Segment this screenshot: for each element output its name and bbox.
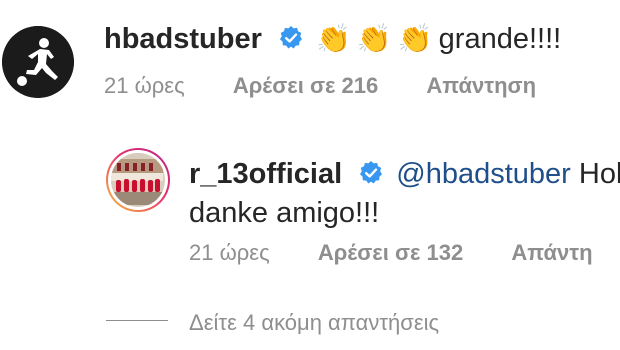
- comment-2-meta: 21 ώρες Αρέσει σε 132 Απάντη: [189, 239, 593, 267]
- footballer-silhouette-icon: [2, 26, 74, 98]
- avatar-photo: [111, 153, 165, 207]
- comment-2-line-2: danke amigo!!!: [189, 195, 379, 231]
- clapping-hands-icon: 👏: [356, 23, 392, 54]
- username-r_13official[interactable]: r_13official: [189, 158, 342, 190]
- comment-2-reply-button[interactable]: Απάντη: [511, 239, 592, 267]
- avatar-hbadstuber[interactable]: [2, 26, 74, 98]
- comment-2-text: danke amigo!!!: [189, 197, 380, 229]
- comment-1-likes-button[interactable]: Αρέσει σε 216: [233, 72, 378, 100]
- comment-1-timestamp: 21 ώρες: [104, 73, 185, 98]
- comment-2-line-1: r_13official @hbadstuber Holg: [189, 156, 620, 192]
- comment-2-timestamp: 21 ώρες: [189, 240, 270, 265]
- mention-link[interactable]: @hbadstuber: [396, 158, 571, 190]
- comment-1-text: grande!!!!: [438, 23, 562, 55]
- comment-2-text-start: Holg: [578, 158, 620, 190]
- clapping-hands-icon: 👏: [397, 23, 433, 54]
- view-more-replies-button[interactable]: Δείτε 4 ακόμη απαντήσεις: [189, 309, 439, 337]
- username-hbadstuber[interactable]: hbadstuber: [104, 23, 262, 55]
- team-photo-icon: [111, 153, 163, 205]
- avatar-r_13official[interactable]: [106, 148, 170, 212]
- replies-divider: [106, 320, 168, 321]
- comment-2-likes-button[interactable]: Αρέσει σε 132: [318, 239, 463, 267]
- comment-1-meta: 21 ώρες Αρέσει σε 216 Απάντηση: [104, 72, 536, 100]
- verified-badge-icon: [279, 26, 302, 49]
- avatar-story-ring: [108, 150, 168, 210]
- clapping-hands-icon: 👏: [316, 23, 351, 54]
- comment-1-reply-button[interactable]: Απάντηση: [426, 72, 536, 100]
- comment-1-line: hbadstuber 👏 👏 👏 grande!!!!: [104, 21, 561, 57]
- verified-badge-icon: [360, 161, 383, 184]
